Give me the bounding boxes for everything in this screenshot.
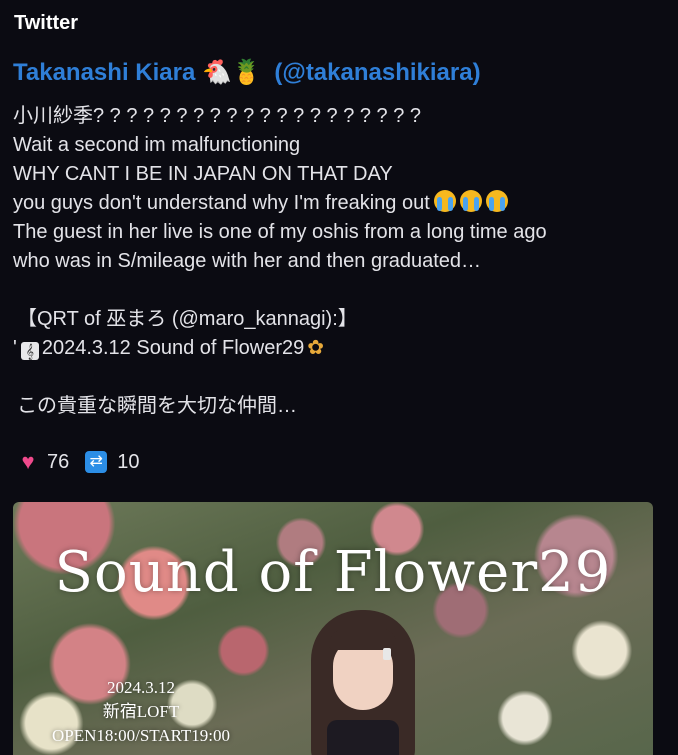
- tweet-line: The guest in her live is one of my oshis…: [13, 221, 547, 243]
- poster-title: Sound of Flower29: [54, 540, 612, 605]
- tweet-stats: ♥ 76 ⇄ 10: [17, 449, 140, 475]
- tweet-line: Wait a second im malfunctioning: [13, 134, 301, 156]
- loudly-crying-face-icon: [459, 190, 482, 212]
- tweet-line: WHY CANT I BE IN JAPAN ON THAT DAY: [13, 163, 393, 185]
- bouquet-icon: ✿: [307, 337, 325, 359]
- retweet-icon: ⇄: [85, 451, 108, 473]
- author-handle: (@takanashikiara): [274, 59, 481, 86]
- author-name: Takanashi Kiara: [13, 59, 196, 86]
- twitter-embed: Twitter Takanashi Kiara 🐔🍍 (@takanashiki…: [0, 0, 678, 755]
- tweet-line-text: you guys don't understand why I'm freaki…: [13, 192, 430, 214]
- retweet-count: 10: [117, 450, 140, 473]
- poster-time: OPEN18:00/START19:00: [51, 726, 231, 745]
- poster-date: 2024.3.12: [107, 678, 175, 697]
- tweet-line: who was in S/mileage with her and then g…: [13, 250, 482, 272]
- loudly-crying-face-icon: [433, 190, 456, 212]
- qrt-prefix: ': [13, 337, 17, 359]
- author-link[interactable]: Takanashi Kiara 🐔🍍 (@takanashikiara): [13, 58, 481, 87]
- qrt-snippet: この貴重な瞬間を大切な仲間…: [17, 395, 297, 417]
- event-poster-image[interactable]: Sound of Flower29 2024.3.12 新宿LOFT OPEN1…: [13, 502, 653, 755]
- tweet-line: you guys don't understand why I'm freaki…: [13, 189, 653, 218]
- tweet-text: 小川紗季? ? ? ? ? ? ? ? ? ? ? ? ? ? ? ? ? ? …: [13, 102, 653, 421]
- portrait-photo: [303, 602, 423, 755]
- poster-venue: 新宿LOFT: [102, 702, 180, 721]
- qrt-event-text: 2024.3.12 Sound of Flower29: [41, 337, 305, 359]
- qrt-event-line: ' 𝄞 2024.3.12 Sound of Flower29 ✿: [13, 334, 653, 363]
- tweet-line: 小川紗季? ? ? ? ? ? ? ? ? ? ? ? ? ? ? ? ? ? …: [13, 105, 422, 127]
- author-emoji: 🐔🍍: [201, 58, 262, 86]
- poster-event-info: 2024.3.12 新宿LOFT OPEN18:00/START19:00: [41, 676, 241, 748]
- provider-label: Twitter: [14, 12, 79, 34]
- music-score-icon: 𝄞: [20, 342, 39, 360]
- sparkling-heart-icon: ♥: [21, 449, 35, 474]
- qrt-label: 【QRT of 巫まろ (@maro_kannagi):】: [17, 308, 358, 330]
- like-count: 76: [47, 450, 70, 473]
- loudly-crying-face-icon: [485, 190, 508, 212]
